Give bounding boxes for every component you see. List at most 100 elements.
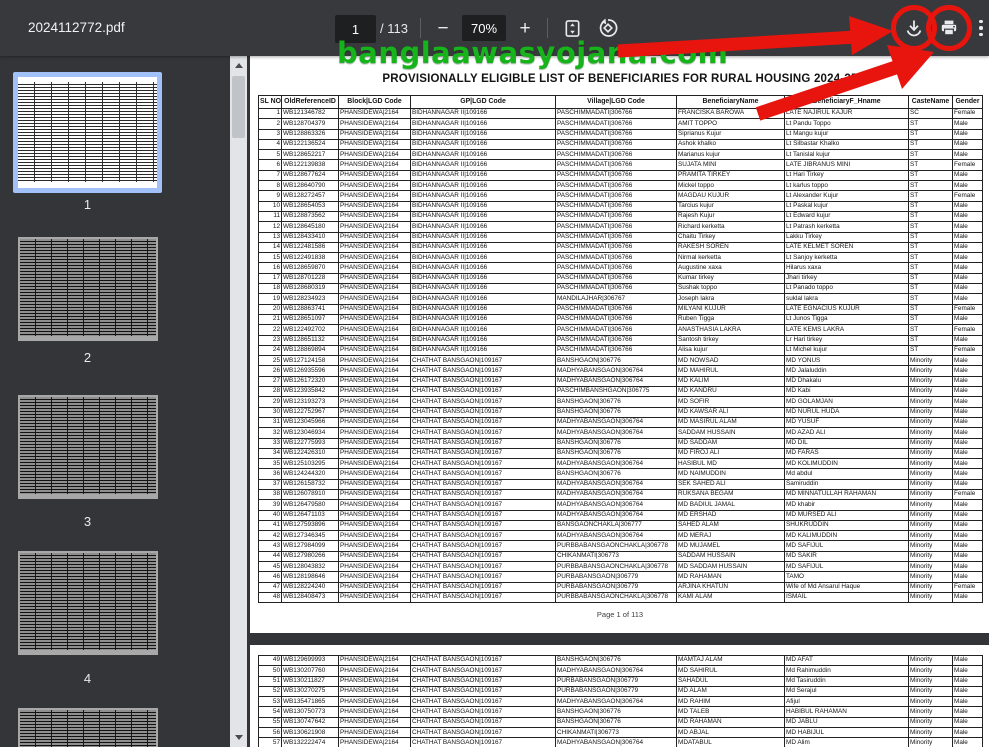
cell: MD HABIJUL <box>784 727 909 739</box>
cell: Male <box>952 272 983 285</box>
cell: Minority <box>908 427 953 439</box>
cell: Female <box>952 303 983 315</box>
toolbar-divider <box>547 18 548 38</box>
scroll-down-arrow[interactable] <box>230 730 247 745</box>
cell: Ashok khalko <box>676 138 785 151</box>
cell: CHATHAT BANSGAON|109167 <box>410 530 556 542</box>
cell: Lakku Tirkey <box>784 231 909 243</box>
cell: BIDHANNAGAR II|109166 <box>410 159 556 171</box>
sidebar-scrollbar[interactable] <box>230 56 247 747</box>
cell: Afijul <box>784 696 909 708</box>
cell: BIDHANNAGAR II|109166 <box>410 313 556 326</box>
cell: Male <box>952 396 983 408</box>
cell: BIDHANNAGAR II|109166 <box>410 303 556 315</box>
cell: Male <box>952 210 983 223</box>
page-thumbnail-4[interactable] <box>18 551 158 655</box>
cell: Male <box>952 427 983 439</box>
cell: CHATHAT BANSGAON|109167 <box>410 488 556 501</box>
download-button[interactable] <box>901 15 927 41</box>
cell: BIDHANNAGAR II|109166 <box>410 128 556 140</box>
cell: CHATHAT BANSGAON|109167 <box>410 386 556 398</box>
cell: BANSHGAON|306776 <box>555 447 677 460</box>
cell: Male <box>952 509 983 521</box>
cell: WB128677624 <box>281 169 339 182</box>
cell: PHANSIDEWA|2164 <box>338 685 411 698</box>
cell: LATE KEMS LAKRA <box>784 324 909 336</box>
print-button[interactable] <box>936 15 962 41</box>
table-row: 21 WB128651097 PHANSIDEWA|2164 BIDHANNAGAR … <box>258 313 983 326</box>
cell: Female <box>952 159 983 171</box>
cell: MADHYABANSGAON|306764 <box>555 488 677 501</box>
cell: WB127346345 <box>281 530 339 542</box>
cell: Jhari tirkey <box>784 272 909 285</box>
thumbnail-preview <box>18 708 158 747</box>
cell: WB130211827 <box>281 675 339 687</box>
cell: Minority <box>908 530 953 542</box>
cell: Male <box>952 696 983 708</box>
column-header: Village|LGD Code <box>555 95 677 109</box>
cell: MADHYABANSGAON|306764 <box>555 365 677 377</box>
scrollbar-thumb[interactable] <box>232 76 245 138</box>
cell: 34 <box>258 447 282 460</box>
cell: WB128651097 <box>281 313 339 326</box>
cell: Lt Sanjoy kerketta <box>784 252 909 264</box>
document-title: PROVISIONALLY ELIGIBLE LIST OF BENEFICIA… <box>382 73 858 85</box>
page-thumbnail-1[interactable] <box>13 72 162 193</box>
cell: Male <box>952 665 983 677</box>
cell: WB128645180 <box>281 221 339 233</box>
table-row: 24 WB128869894 PHANSIDEWA|2164 BIDHANNAGAR … <box>258 344 983 357</box>
cell: PHANSIDEWA|2164 <box>338 293 411 305</box>
cell: 52 <box>258 685 282 698</box>
cell: PURBABANSGAON|306779 <box>555 675 677 687</box>
cell: Lt Panado toppo <box>784 283 909 295</box>
cell: PHANSIDEWA|2164 <box>338 571 411 583</box>
cell: BIDHANNAGAR II|109166 <box>410 221 556 233</box>
fit-to-page-icon <box>563 19 582 38</box>
cell: 9 <box>258 190 282 202</box>
cell: Male <box>952 231 983 243</box>
cell: PHANSIDEWA|2164 <box>338 706 411 718</box>
cell: PHANSIDEWA|2164 <box>338 519 411 532</box>
page-thumbnail-5[interactable] <box>18 708 158 747</box>
column-header: CasteName <box>908 95 953 109</box>
table-row: 9 WB128272457 PHANSIDEWA|2164 BIDHANNAGAR I… <box>258 190 983 202</box>
cell: PHANSIDEWA|2164 <box>338 696 411 708</box>
thumbnail-preview <box>18 395 158 499</box>
cell: Minority <box>908 561 953 573</box>
page-thumbnail-2[interactable] <box>18 237 158 341</box>
cell: Female <box>952 107 983 120</box>
scroll-up-arrow[interactable] <box>230 58 247 73</box>
toolbar-divider <box>420 18 421 38</box>
cell: PHANSIDEWA|2164 <box>338 675 411 687</box>
cell: ST <box>908 334 953 346</box>
cell: CHATHAT BANSGAON|109167 <box>410 468 556 480</box>
cell: WB128704379 <box>281 118 339 130</box>
table-row: 13 WB128433410 PHANSIDEWA|2164 BIDHANNAGAR … <box>258 231 983 243</box>
cell: Richard kerketta <box>676 221 785 233</box>
cell: SAHED ALAM <box>676 519 785 532</box>
table-row: 29 WB123193273 PHANSIDEWA|2164 CHATHAT BANS… <box>258 396 983 408</box>
cell: 11 <box>258 210 282 223</box>
cell: WB128654053 <box>281 200 339 212</box>
cell: BANSGAONCHAKLA|306777 <box>555 519 677 532</box>
cell: Female <box>952 581 983 593</box>
more-options-button[interactable] <box>971 15 989 41</box>
cell: Male <box>952 252 983 264</box>
cell: 40 <box>258 509 282 521</box>
cell: Ruben Tigga <box>676 313 785 326</box>
table-row: 2 WB128704379 PHANSIDEWA|2164 BIDHANNAGAR I… <box>258 118 983 130</box>
page-thumbnail-3[interactable] <box>18 395 158 499</box>
cell: RUKSANA BEGAM <box>676 488 785 501</box>
cell: Male <box>952 499 983 511</box>
cell: MD RAHAMAN <box>676 571 785 583</box>
cell: BIDHANNAGAR II|109166 <box>410 344 556 357</box>
cell: MD YUSUF <box>784 416 909 429</box>
cell: 54 <box>258 706 282 718</box>
cell: MADHYABANSGAON|306764 <box>555 375 677 388</box>
cell: KAMI ALAM <box>676 591 785 604</box>
cell: MD AFAT <box>784 654 909 667</box>
cell: BIDHANNAGAR II|109166 <box>410 190 556 202</box>
cell: BIDHANNAGAR II|109166 <box>410 283 556 295</box>
cell: WB126479580 <box>281 499 339 511</box>
cell: SADDAM HUSSAIN <box>676 550 785 563</box>
